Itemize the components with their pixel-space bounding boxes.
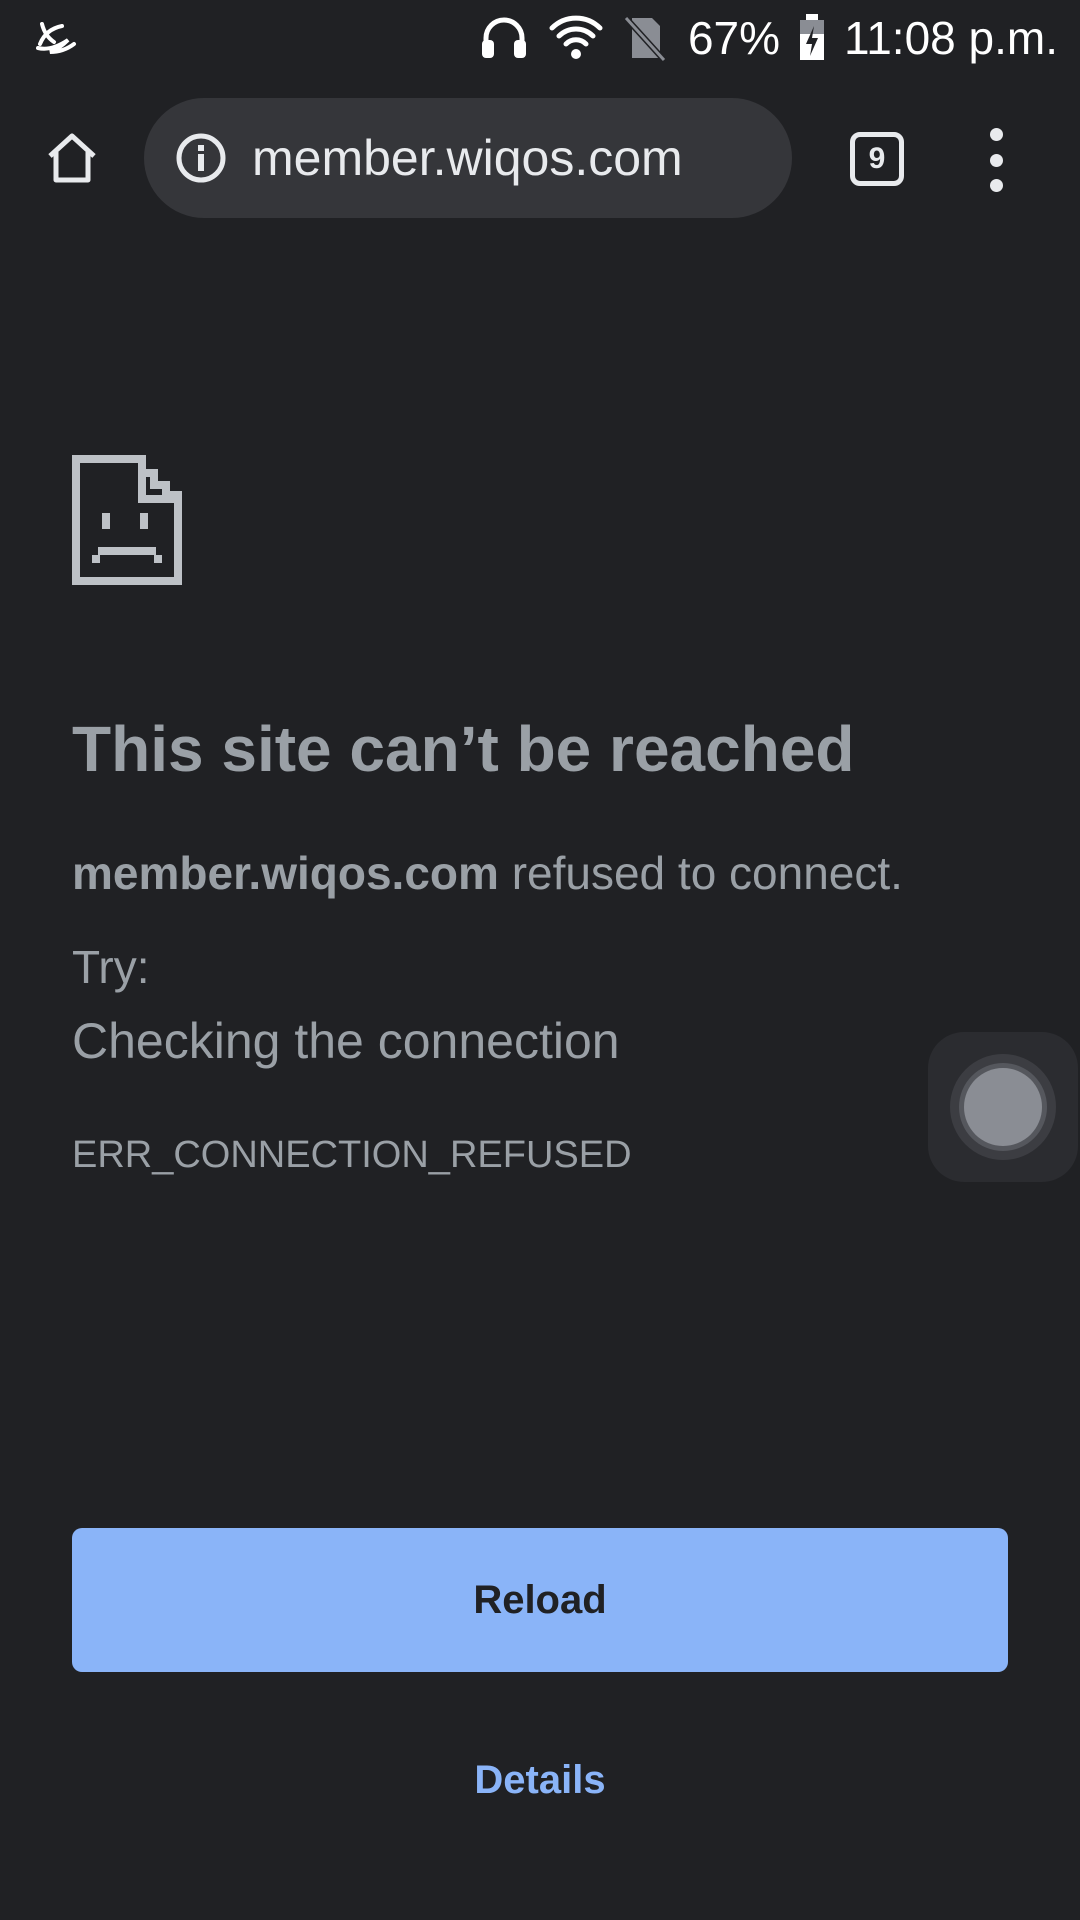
- error-summary: member.wiqos.com refused to connect.: [72, 846, 903, 900]
- info-icon[interactable]: [174, 131, 228, 185]
- reload-button[interactable]: Reload: [72, 1528, 1008, 1672]
- more-vert-icon[interactable]: [970, 128, 1022, 192]
- menu-dot: [989, 179, 1003, 192]
- status-icons: 67% 11:08 p.m.: [478, 0, 1058, 76]
- clock: 11:08 p.m.: [844, 12, 1058, 64]
- battery-percent: 67%: [687, 12, 781, 64]
- wifi-icon: [548, 12, 603, 64]
- headphones-icon: [478, 12, 530, 64]
- menu-dot: [989, 128, 1003, 141]
- omnibox[interactable]: member.wiqos.com: [144, 98, 792, 218]
- sad-page-icon: [72, 455, 182, 585]
- home-icon: [42, 128, 102, 193]
- error-title: This site can’t be reached: [72, 713, 855, 785]
- status-bar: 67% 11:08 p.m.: [0, 0, 1080, 76]
- details-button[interactable]: Details: [390, 1748, 690, 1812]
- home-button[interactable]: [36, 124, 108, 196]
- suggestion-item: Checking the connection: [72, 1013, 620, 1069]
- no-sim-icon: [618, 12, 670, 64]
- floating-assistive-button[interactable]: [928, 1032, 1078, 1182]
- floating-button-core: [964, 1068, 1042, 1146]
- menu-dot: [989, 153, 1003, 167]
- error-summary-suffix: refused to connect.: [498, 847, 903, 899]
- url-text[interactable]: member.wiqos.com: [252, 124, 683, 192]
- try-label: Try:: [72, 941, 150, 993]
- error-host: member.wiqos.com: [72, 847, 499, 899]
- browser-toolbar: member.wiqos.com 9: [0, 76, 1080, 236]
- error-code: ERR_CONNECTION_REFUSED: [72, 1134, 632, 1176]
- tab-count: 9: [850, 132, 904, 186]
- swift-keyboard-icon: [32, 14, 80, 62]
- tab-switcher-button[interactable]: 9: [846, 128, 906, 188]
- battery-charging-icon: [798, 12, 826, 64]
